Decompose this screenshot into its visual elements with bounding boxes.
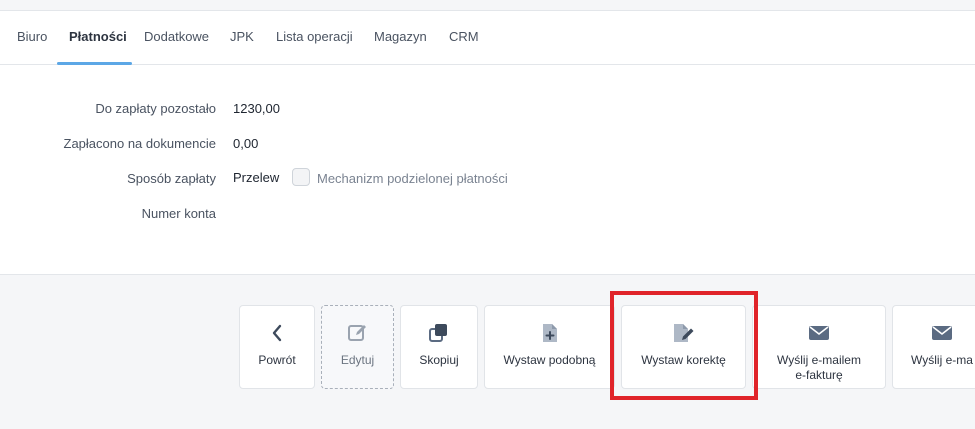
send-einvoice-label-line1: Wyślij e-mailem: [777, 353, 861, 367]
tab-jpk[interactable]: JPK: [230, 11, 254, 65]
top-strip: [0, 0, 975, 11]
split-payment-checkbox[interactable]: [292, 168, 310, 186]
copy-icon: [428, 322, 450, 344]
remaining-label: Do zapłaty pozostało: [95, 101, 216, 116]
paid-label: Zapłacono na dokumencie: [63, 136, 217, 151]
payment-method-value: Przelew: [233, 170, 280, 185]
chevron-left-icon: [270, 322, 284, 344]
issue-similar-button[interactable]: Wystaw podobną: [484, 305, 615, 389]
send-email-button[interactable]: Wyślij e-ma: [892, 305, 975, 389]
account-number-label: Numer konta: [141, 206, 216, 221]
tab-lista-operacji[interactable]: Lista operacji: [276, 11, 353, 65]
send-einvoice-label-line2: e-fakturę: [795, 368, 843, 382]
issue-similar-button-label: Wystaw podobną: [503, 353, 596, 367]
highlight-frame: [610, 291, 758, 400]
active-tab-indicator: [57, 62, 132, 65]
send-email-button-label: Wyślij e-ma: [911, 353, 973, 367]
edit-icon: [347, 322, 369, 344]
tab-magazyn[interactable]: Magazyn: [374, 11, 427, 65]
send-einvoice-button-label: Wyślij e-mailem e-fakturę: [777, 353, 861, 383]
paid-value: 0,00: [233, 136, 259, 151]
remaining-value: 1230,00: [233, 101, 280, 116]
tab-dodatkowe[interactable]: Dodatkowe: [144, 11, 209, 65]
envelope-icon: [808, 322, 830, 344]
file-plus-icon: [541, 322, 559, 344]
tab-bar: Biuro Płatności Dodatkowe JPK Lista oper…: [0, 11, 975, 65]
back-button[interactable]: Powrót: [239, 305, 315, 389]
copy-button-label: Skopiuj: [419, 353, 459, 367]
edit-button[interactable]: Edytuj: [321, 305, 394, 389]
copy-button[interactable]: Skopiuj: [400, 305, 478, 389]
split-payment-label: Mechanizm podzielonej płatności: [317, 171, 508, 186]
edit-button-label: Edytuj: [340, 353, 375, 367]
send-einvoice-button[interactable]: Wyślij e-mailem e-fakturę: [752, 305, 886, 389]
tab-platnosci[interactable]: Płatności: [69, 11, 127, 65]
envelope-icon: [931, 322, 953, 344]
document-panel: Biuro Płatności Dodatkowe JPK Lista oper…: [0, 11, 975, 275]
back-button-label: Powrót: [258, 353, 296, 367]
tab-biuro[interactable]: Biuro: [17, 11, 47, 65]
payment-method-label: Sposób zapłaty: [127, 171, 216, 186]
tab-crm[interactable]: CRM: [449, 11, 479, 65]
